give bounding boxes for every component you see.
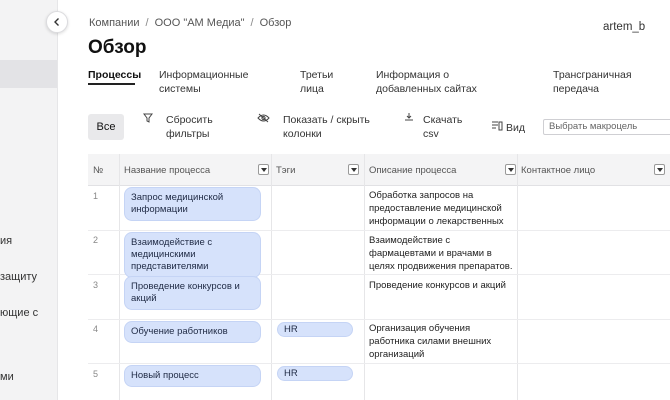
process-description: Взаимодействие с фармацевтами и врачами … — [369, 235, 513, 272]
page-title: Обзор — [88, 37, 147, 58]
active-tab-indicator — [88, 83, 135, 85]
col-header-number: № — [93, 164, 104, 176]
download-csv-button[interactable]: Скачать csv — [423, 113, 465, 141]
user-name[interactable]: artem_b — [603, 21, 645, 33]
row-number: 3 — [93, 280, 99, 290]
sidebar-active-item[interactable] — [0, 60, 57, 88]
download-icon — [405, 113, 413, 121]
process-name-chip[interactable]: Запрос медицинской информации — [124, 187, 261, 221]
process-name-chip[interactable]: Обучение работников — [124, 321, 261, 343]
tab-added-sites[interactable]: Информация о добавленных сайтах — [376, 68, 516, 96]
breadcrumb-company[interactable]: ООО "АМ Медиа" — [155, 17, 245, 29]
chevron-down-icon[interactable] — [505, 164, 516, 175]
chevron-down-icon[interactable] — [348, 164, 359, 175]
eye-off-icon — [257, 113, 270, 123]
row-number: 2 — [93, 235, 99, 245]
col-header-contact[interactable]: Контактное лицо — [521, 154, 595, 186]
chevron-left-icon — [54, 18, 59, 26]
collapse-sidebar-button[interactable] — [46, 11, 68, 33]
col-header-description[interactable]: Описание процесса — [369, 154, 456, 186]
tag-chip[interactable]: HR — [277, 366, 353, 381]
sidebar-item[interactable]: ия — [0, 235, 12, 247]
breadcrumb-current: Обзор — [259, 17, 292, 29]
row-number: 5 — [93, 369, 99, 379]
left-sidebar: ия защиту ющие с ми — [0, 0, 58, 400]
breadcrumb: Компании / ООО "АМ Медиа" / Обзор — [89, 17, 291, 29]
table-header: № Название процесса Тэги Описание процес… — [88, 154, 670, 186]
tab-third-parties[interactable]: Третьи лица — [300, 68, 344, 96]
sidebar-item[interactable]: защиту — [0, 271, 37, 283]
row-number: 4 — [93, 324, 99, 334]
chevron-down-icon[interactable] — [258, 164, 269, 175]
process-name-chip[interactable]: Проведение конкурсов и акций — [124, 276, 261, 310]
sidebar-item[interactable]: ми — [0, 371, 14, 383]
reset-filters-button[interactable]: Сбросить фильтры — [166, 113, 226, 141]
macro-goal-select[interactable]: Выбрать макроцель — [543, 119, 670, 135]
filter-icon — [143, 113, 153, 123]
tab-processes[interactable]: Процессы — [88, 68, 141, 82]
breadcrumb-companies[interactable]: Компании — [89, 17, 140, 29]
col-header-process-name[interactable]: Название процесса — [124, 154, 210, 186]
show-hide-columns-button[interactable]: Показать / скрыть колонки — [283, 113, 378, 141]
breadcrumb-separator: / — [250, 17, 254, 29]
view-button[interactable]: Вид — [506, 121, 525, 135]
view-icon — [492, 121, 503, 131]
process-description: Проведение конкурсов и акций — [369, 280, 506, 291]
row-divider — [88, 363, 670, 364]
chevron-down-icon[interactable] — [654, 164, 665, 175]
process-description: Обработка запросов на предоставление мед… — [369, 190, 504, 227]
col-header-tags[interactable]: Тэги — [276, 154, 295, 186]
row-number: 1 — [93, 191, 99, 201]
row-divider — [88, 230, 670, 231]
tag-chip[interactable]: HR — [277, 322, 353, 337]
process-name-chip[interactable]: Взаимодействие с медицинскими представит… — [124, 232, 261, 278]
process-name-chip[interactable]: Новый процесс — [124, 365, 261, 387]
row-divider — [88, 319, 670, 320]
sidebar-item[interactable]: ющие с — [0, 307, 38, 319]
tab-information-systems[interactable]: Информационные системы — [159, 68, 259, 96]
all-button[interactable]: Все — [88, 114, 124, 140]
process-description: Организация обучения работника силами вн… — [369, 323, 492, 360]
tab-cross-border[interactable]: Трансграничная передача — [553, 68, 643, 96]
breadcrumb-separator: / — [145, 17, 149, 29]
